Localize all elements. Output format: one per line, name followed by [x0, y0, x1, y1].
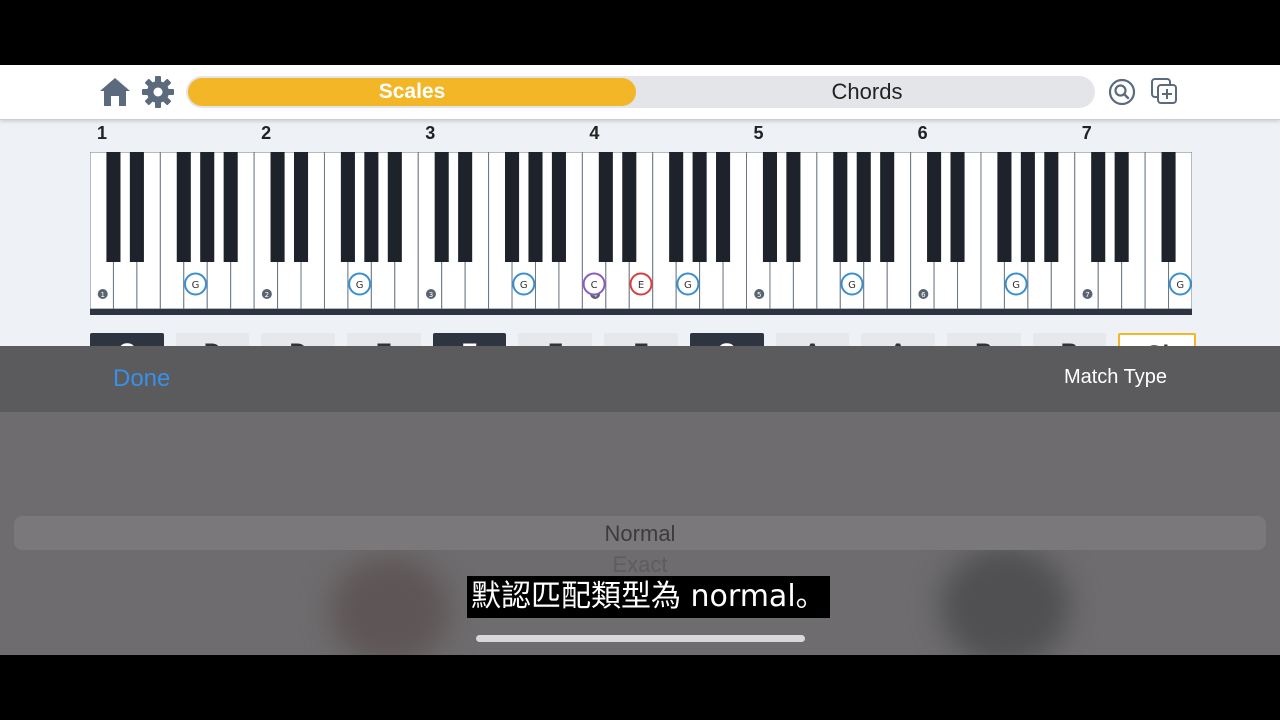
black-key[interactable]	[340, 152, 355, 262]
black-key[interactable]	[1044, 152, 1059, 262]
black-key[interactable]	[1161, 152, 1176, 262]
octave-marker-number: 5	[757, 291, 761, 299]
octave-label: 7	[1081, 123, 1092, 143]
note-marker-label: G	[848, 280, 856, 291]
octave-marker-number: 7	[1085, 291, 1089, 299]
note-marker-label: C	[591, 280, 598, 291]
black-key[interactable]	[270, 152, 285, 262]
note-marker-label: G	[1012, 280, 1020, 291]
note-marker-label: G	[356, 280, 364, 291]
black-key[interactable]	[598, 152, 613, 262]
black-key[interactable]	[387, 152, 402, 262]
black-key[interactable]	[176, 152, 191, 262]
black-key[interactable]	[1091, 152, 1106, 262]
octave-marker-number: 1	[100, 291, 104, 299]
home-indicator[interactable]	[476, 635, 805, 642]
subtitle-caption: 默認匹配類型為 normal。	[467, 576, 830, 618]
black-key[interactable]	[551, 152, 566, 262]
search-icon[interactable]	[1105, 75, 1139, 109]
octave-label: 1	[97, 123, 108, 143]
keyboard-base	[90, 309, 1192, 315]
black-key[interactable]	[622, 152, 637, 262]
octave-label: 6	[917, 123, 928, 143]
black-key[interactable]	[833, 152, 848, 262]
black-key[interactable]	[434, 152, 449, 262]
octave-number-row: 1 2 3 4 5 6 7	[0, 121, 1280, 151]
piano-keyboard[interactable]: 1234567GGGCEGGGG	[90, 152, 1192, 315]
black-key[interactable]	[692, 152, 707, 262]
add-copy-icon[interactable]	[1148, 75, 1182, 109]
black-key[interactable]	[200, 152, 215, 262]
home-icon[interactable]	[98, 75, 132, 109]
octave-marker-number: 6	[921, 291, 926, 299]
black-key[interactable]	[856, 152, 871, 262]
black-key[interactable]	[293, 152, 309, 262]
picker-title: Match Type	[1063, 366, 1167, 388]
note-marker-label: G	[520, 280, 528, 291]
tab-chords[interactable]: Chords	[641, 78, 1093, 106]
app-screen: Scales Chords 1 2 3 4 5 6 7 1 2 3 4 5 6 7 G G G C E G G G G C…	[0, 65, 1280, 655]
octave-label: 4	[589, 123, 600, 143]
black-key[interactable]	[669, 152, 684, 262]
tab-scales[interactable]: Scales	[188, 78, 636, 106]
black-key[interactable]	[950, 152, 965, 262]
octave-marker-number: 2	[265, 291, 269, 299]
black-key[interactable]	[786, 152, 801, 262]
black-key[interactable]	[528, 152, 543, 262]
done-button[interactable]: Done	[113, 365, 170, 393]
note-marker-label: G	[1176, 280, 1184, 291]
black-key[interactable]	[997, 152, 1012, 262]
black-key[interactable]	[716, 152, 731, 262]
picker-option-normal[interactable]: Normal	[0, 521, 1280, 547]
gear-icon[interactable]	[141, 75, 175, 109]
piano-keys-graphic[interactable]: 1234567GGGCEGGGG	[90, 152, 1192, 315]
black-key[interactable]	[927, 152, 942, 262]
picker-toolbar: Done Match Type	[0, 346, 1280, 412]
top-toolbar: Scales Chords	[0, 65, 1280, 120]
octave-label: 3	[425, 123, 436, 143]
black-key[interactable]	[1114, 152, 1129, 262]
black-key[interactable]	[762, 152, 777, 262]
octave-label: 2	[261, 123, 272, 143]
picker-option-exact[interactable]: Exact	[0, 552, 1280, 578]
black-key[interactable]	[106, 152, 121, 262]
note-marker-label: G	[192, 280, 200, 291]
note-marker-label: G	[684, 280, 692, 291]
black-key[interactable]	[880, 152, 895, 262]
note-marker-label: E	[638, 280, 644, 291]
black-key[interactable]	[223, 152, 238, 262]
octave-label: 5	[753, 123, 764, 143]
black-key[interactable]	[129, 152, 144, 262]
mode-segmented-control: Scales Chords	[186, 76, 1095, 108]
black-key[interactable]	[364, 152, 379, 262]
octave-marker-number: 3	[429, 291, 433, 299]
black-key[interactable]	[1020, 152, 1035, 262]
black-key[interactable]	[458, 152, 473, 262]
black-key[interactable]	[505, 152, 520, 262]
